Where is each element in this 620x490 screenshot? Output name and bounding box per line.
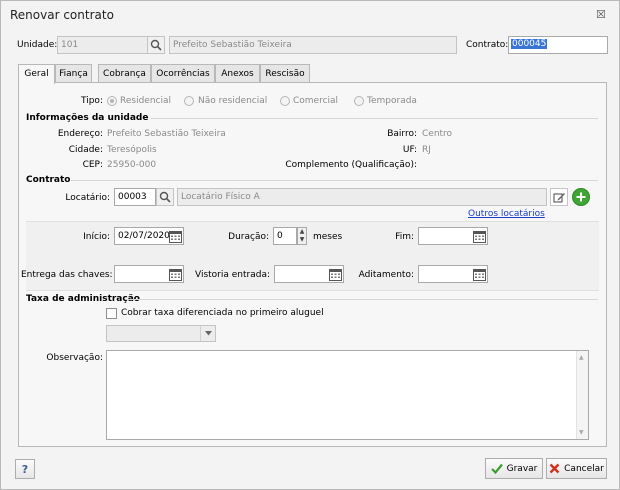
check-icon (490, 463, 503, 474)
radio-residencial-label: Residencial (120, 96, 171, 106)
contrato-label: Contrato: (466, 40, 509, 50)
calendar-icon[interactable] (167, 228, 183, 244)
duracao-field[interactable]: 0 (273, 227, 297, 245)
calendar-icon[interactable] (167, 266, 183, 282)
aditamento-label: Aditamento: (358, 270, 414, 280)
inicio-label: Início: (83, 232, 110, 242)
section-divider (151, 118, 598, 119)
locatario-code-field[interactable]: 00003 (114, 188, 156, 206)
unidade-label: Unidade: (17, 40, 58, 50)
cidade-value: Teresópolis (107, 145, 157, 155)
tab-cobranca[interactable]: Cobrança (98, 64, 151, 83)
tab-ocorrencias[interactable]: Ocorrências (151, 64, 215, 83)
renovar-contrato-dialog: Renovar contrato ☒ Unidade: 101 Prefeito… (0, 0, 620, 490)
section-divider (128, 299, 598, 300)
radio-nao-residencial-label: Não residencial (198, 96, 268, 106)
calendar-icon[interactable] (471, 228, 487, 244)
plus-icon (576, 192, 586, 202)
observacao-scrollbar[interactable]: ▲ ▼ (576, 351, 588, 439)
tab-geral[interactable]: Geral (18, 64, 55, 84)
search-icon (159, 191, 171, 203)
title-bar: Renovar contrato ☒ (1, 1, 619, 29)
endereco-label: Endereço: (57, 129, 103, 139)
tab-rescisao[interactable]: Rescisão (260, 64, 310, 83)
search-locatario-button[interactable] (156, 188, 174, 206)
edit-locatario-button[interactable] (550, 188, 568, 206)
save-button-label: Gravar (506, 463, 538, 474)
observacao-textarea[interactable]: ▲ ▼ (106, 350, 589, 440)
locatario-name-field[interactable]: Locatário Físico A (177, 188, 547, 206)
radio-comercial-label: Comercial (293, 96, 339, 106)
complemento-label: Complemento (Qualificação): (285, 160, 417, 170)
cancel-button[interactable]: Cancelar (546, 458, 607, 479)
contrato-number-field[interactable]: 000045 (508, 36, 608, 54)
section-title-taxa: Taxa de administração (26, 294, 140, 304)
scroll-up-icon[interactable]: ▲ (579, 354, 584, 361)
duracao-label: Duração: (228, 232, 269, 242)
cep-value: 25950-000 (107, 160, 157, 170)
calendar-icon[interactable] (327, 266, 343, 282)
tab-anexos[interactable]: Anexos (215, 64, 260, 83)
meses-label: meses (313, 232, 343, 242)
section-divider (71, 180, 598, 181)
contrato-number-value: 000045 (511, 39, 548, 49)
observacao-label: Observação: (46, 353, 103, 363)
outros-locatarios-link[interactable]: Outros locatários (468, 209, 545, 219)
search-unidade-button[interactable] (147, 36, 165, 54)
help-button[interactable]: ? (15, 459, 35, 479)
bairro-value: Centro (422, 129, 453, 139)
vistoria-entrada-label: Vistoria entrada: (194, 270, 270, 280)
uf-value: RJ (422, 145, 431, 155)
unidade-code-field[interactable]: 101 (57, 36, 148, 54)
radio-comercial[interactable] (280, 96, 290, 106)
window-title: Renovar contrato (10, 8, 114, 22)
cobrar-taxa-checkbox[interactable] (106, 308, 117, 319)
radio-temporada-label: Temporada (367, 96, 417, 106)
fim-label: Fim: (395, 232, 414, 242)
calendar-icon[interactable] (471, 266, 487, 282)
scroll-down-icon[interactable]: ▼ (579, 429, 584, 436)
radio-residencial[interactable] (107, 96, 117, 106)
radio-temporada[interactable] (354, 96, 364, 106)
edit-icon (553, 192, 565, 202)
cancel-button-label: Cancelar (564, 463, 604, 474)
tipo-label: Tipo: (81, 96, 103, 106)
cancel-x-icon (549, 463, 560, 474)
search-icon (150, 39, 162, 51)
save-button[interactable]: Gravar (485, 458, 543, 479)
add-locatario-button[interactable] (572, 188, 590, 206)
cidade-label: Cidade: (68, 145, 103, 155)
entrega-chaves-label: Entrega das chaves: (21, 270, 113, 280)
endereco-value: Prefeito Sebastião Teixeira (107, 129, 226, 139)
section-title-contrato: Contrato (26, 175, 71, 185)
cep-label: CEP: (82, 160, 103, 170)
chevron-down-icon[interactable] (200, 326, 215, 341)
close-icon[interactable]: ☒ (596, 8, 606, 21)
locatario-label: Locatário: (65, 193, 110, 203)
section-title-unidade: Informações da unidade (26, 113, 149, 123)
radio-nao-residencial[interactable] (184, 96, 194, 106)
unidade-name-field[interactable]: Prefeito Sebastião Teixeira (169, 36, 457, 54)
cobrar-taxa-label: Cobrar taxa diferenciada no primeiro alu… (121, 308, 324, 318)
tab-fianca[interactable]: Fiança (55, 64, 92, 83)
duracao-stepper[interactable]: ▲ ▼ (297, 227, 307, 245)
uf-label: UF: (402, 145, 417, 155)
bairro-label: Bairro: (387, 129, 417, 139)
